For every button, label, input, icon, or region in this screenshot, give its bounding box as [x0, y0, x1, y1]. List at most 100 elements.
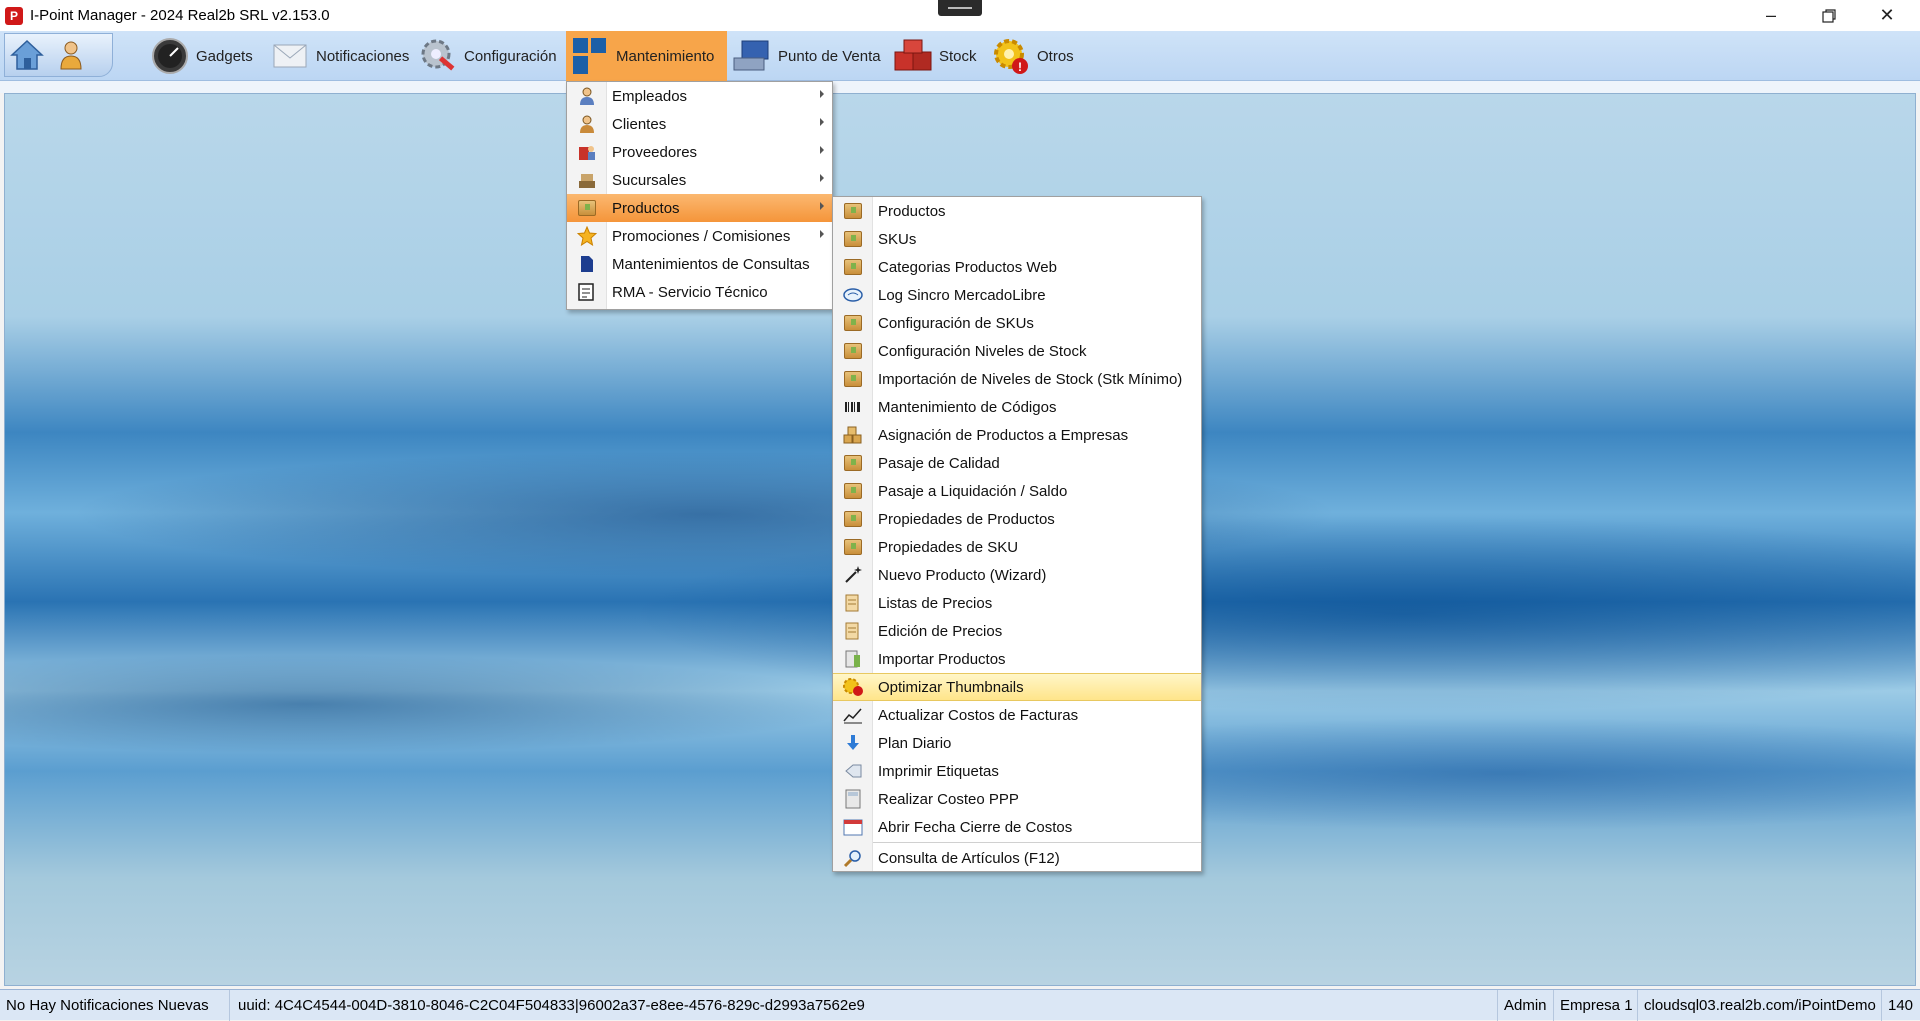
menu-item-promociones-comisiones[interactable]: Promociones / Comisiones [567, 222, 832, 250]
submenu-arrow-icon [820, 230, 824, 238]
menu-item-label: Configuración de SKUs [878, 314, 1034, 332]
product-box-icon [833, 343, 873, 359]
menu-item-label: Realizar Costeo PPP [878, 790, 1019, 808]
toolbar-notificaciones[interactable]: Notificaciones [266, 31, 416, 81]
toolbar-gadgets[interactable]: Gadgets [146, 31, 260, 81]
menu-item-mantenimientos-consultas[interactable]: Mantenimientos de Consultas [567, 250, 832, 278]
toolbar-punto-de-venta-label: Punto de Venta [778, 47, 881, 65]
menu-item-label: Consulta de Artículos (F12) [878, 849, 1060, 867]
submenu-item-importar-productos[interactable]: Importar Productos [833, 645, 1201, 673]
home-icon [10, 39, 44, 70]
handshake-icon [833, 287, 873, 303]
envelope-icon [270, 36, 310, 76]
product-box-icon [833, 231, 873, 247]
submenu-arrow-icon [820, 174, 824, 182]
drag-handle[interactable] [938, 0, 982, 16]
calculator-icon [833, 789, 873, 809]
home-group [4, 33, 113, 77]
product-box-icon [833, 203, 873, 219]
import-icon [833, 649, 873, 669]
menu-item-label: Mantenimiento de Códigos [878, 398, 1057, 416]
submenu-item-nuevo-producto-wizard[interactable]: Nuevo Producto (Wizard) [833, 561, 1201, 589]
submenu-item-asignacion-empresas[interactable]: Asignación de Productos a Empresas [833, 421, 1201, 449]
menu-item-label: Plan Diario [878, 734, 952, 752]
menu-item-sucursales[interactable]: Sucursales [567, 166, 832, 194]
status-server: cloudsql03.real2b.com/iPointDemo [1638, 990, 1882, 1021]
gear-alert-icon: ! [991, 36, 1031, 76]
toolbar-configuracion[interactable]: Configuración [414, 31, 564, 81]
toolbar-punto-de-venta[interactable]: Punto de Venta [728, 31, 888, 81]
pos-terminal-icon [732, 36, 772, 76]
submenu-item-consulta-articulos[interactable]: Consulta de Artículos (F12) [833, 844, 1201, 872]
status-bar: No Hay Notificaciones Nuevas uuid: 4C4C4… [0, 989, 1920, 1021]
submenu-item-pasaje-liquidacion[interactable]: Pasaje a Liquidación / Saldo [833, 477, 1201, 505]
menu-item-label: Actualizar Costos de Facturas [878, 706, 1079, 724]
menu-item-label: Pasaje de Calidad [878, 454, 1000, 472]
menu-separator [873, 842, 1201, 843]
submenu-item-config-niveles-stock[interactable]: Configuración Niveles de Stock [833, 337, 1201, 365]
toolbar-otros[interactable]: ! Otros [987, 31, 1081, 81]
menu-item-empleados[interactable]: Empleados [567, 82, 832, 110]
toolbar-stock[interactable]: Stock [889, 31, 984, 81]
boxes-stack-icon [833, 426, 873, 444]
submenu-item-productos[interactable]: Productos [833, 197, 1201, 225]
submenu-item-costeo-ppp[interactable]: Realizar Costeo PPP [833, 785, 1201, 813]
menu-item-label: SKUs [878, 230, 917, 248]
submenu-item-abrir-fecha-cierre[interactable]: Abrir Fecha Cierre de Costos [833, 813, 1201, 841]
toolbar-stock-label: Stock [939, 47, 977, 65]
submenu-item-skus[interactable]: SKUs [833, 225, 1201, 253]
submenu-item-categorias-web[interactable]: Categorias Productos Web [833, 253, 1201, 281]
status-notifications[interactable]: No Hay Notificaciones Nuevas [0, 990, 230, 1021]
user-button[interactable] [49, 34, 93, 76]
toolbar-mantenimiento-label: Mantenimiento [616, 47, 715, 65]
menu-item-clientes[interactable]: Clientes [567, 110, 832, 138]
menu-item-label: Empleados [612, 87, 688, 105]
menu-item-proveedores[interactable]: Proveedores [567, 138, 832, 166]
menu-item-rma-servicio-tecnico[interactable]: RMA - Servicio Técnico [567, 278, 832, 306]
submenu-item-optimizar-thumbnails[interactable]: Optimizar Thumbnails [833, 673, 1201, 701]
employee-icon [567, 86, 607, 106]
menu-item-productos[interactable]: Productos [567, 194, 832, 222]
price-edit-icon [833, 621, 873, 641]
status-uuid: uuid: 4C4C4544-004D-3810-8046-C2C04F5048… [232, 990, 1498, 1021]
barcode-icon [833, 401, 873, 413]
price-list-icon [833, 593, 873, 613]
menu-item-label: Asignación de Productos a Empresas [878, 426, 1129, 444]
gear-wrench-icon [418, 36, 458, 76]
submenu-item-propiedades-sku[interactable]: Propiedades de SKU [833, 533, 1201, 561]
close-button[interactable]: ✕ [1858, 0, 1916, 31]
submenu-item-listas-precios[interactable]: Listas de Precios [833, 589, 1201, 617]
submenu-item-edicion-precios[interactable]: Edición de Precios [833, 617, 1201, 645]
toolbar-gadgets-label: Gadgets [196, 47, 253, 65]
status-user: Admin [1498, 990, 1554, 1021]
gear-alert-icon [833, 677, 873, 697]
submenu-item-importacion-niveles-stock[interactable]: Importación de Niveles de Stock (Stk Mín… [833, 365, 1201, 393]
product-box-icon [833, 539, 873, 555]
submenu-item-imprimir-etiquetas[interactable]: Imprimir Etiquetas [833, 757, 1201, 785]
app-logo-icon: P [5, 6, 23, 25]
submenu-item-propiedades-productos[interactable]: Propiedades de Productos [833, 505, 1201, 533]
submenu-item-log-sincro-mercadolibre[interactable]: Log Sincro MercadoLibre [833, 281, 1201, 309]
menu-item-label: Listas de Precios [878, 594, 993, 612]
menu-item-label: Pasaje a Liquidación / Saldo [878, 482, 1068, 500]
submenu-item-pasaje-calidad[interactable]: Pasaje de Calidad [833, 449, 1201, 477]
menu-item-label: Abrir Fecha Cierre de Costos [878, 818, 1073, 836]
menu-item-label: Sucursales [612, 171, 687, 189]
submenu-item-plan-diario[interactable]: Plan Diario [833, 729, 1201, 757]
menu-item-label: Categorias Productos Web [878, 258, 1057, 276]
mantenimiento-menu: Empleados Clientes Proveedores Sucursale… [566, 81, 833, 310]
toolbar-mantenimiento[interactable]: Mantenimiento [566, 31, 727, 81]
home-button[interactable] [5, 34, 49, 76]
supplier-icon [567, 142, 607, 162]
menu-item-label: Optimizar Thumbnails [878, 678, 1024, 696]
submenu-item-configuracion-skus[interactable]: Configuración de SKUs [833, 309, 1201, 337]
restore-button[interactable] [1800, 0, 1858, 31]
user-icon [60, 41, 82, 70]
menu-item-label: Imprimir Etiquetas [878, 762, 999, 780]
menu-item-label: Configuración Niveles de Stock [878, 342, 1087, 360]
window-title: I-Point Manager - 2024 Real2b SRL v2.153… [30, 7, 330, 24]
submenu-item-mantenimiento-codigos[interactable]: Mantenimiento de Códigos [833, 393, 1201, 421]
minimize-button[interactable]: – [1742, 0, 1800, 31]
magic-wand-icon [833, 565, 873, 585]
submenu-item-actualizar-costos-facturas[interactable]: Actualizar Costos de Facturas [833, 701, 1201, 729]
